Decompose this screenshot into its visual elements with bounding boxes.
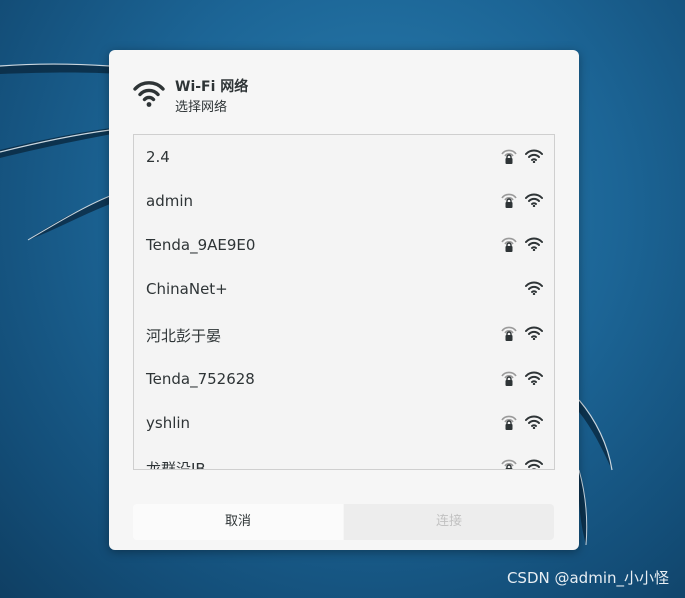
network-row-tenda-9ae9e0[interactable]: Tenda_9AE9E0 xyxy=(134,223,554,267)
network-list[interactable]: 2.4 admin Tenda_9AE9E0 ChinaNet+ 河北彭于晏 T… xyxy=(133,134,555,470)
network-row-longqun[interactable]: 龙群没JB xyxy=(134,445,554,470)
wifi-signal-icon xyxy=(525,193,543,207)
network-name: 河北彭于晏 xyxy=(146,327,222,345)
network-name: admin xyxy=(146,192,193,210)
wifi-signal-icon xyxy=(525,326,543,340)
wifi-network-dialog: Wi-Fi 网络 选择网络 2.4 admin Tenda_9AE9E0 Chi… xyxy=(109,50,579,550)
network-row-admin[interactable]: admin xyxy=(134,179,554,223)
wifi-signal-icon xyxy=(525,237,543,251)
lock-icon xyxy=(501,371,517,386)
network-row-tenda-752628[interactable]: Tenda_752628 xyxy=(134,357,554,401)
wifi-icon xyxy=(133,81,165,107)
dialog-buttons: 取消 连接 xyxy=(133,504,554,540)
wifi-signal-icon xyxy=(525,415,543,429)
lock-icon xyxy=(501,459,517,469)
wifi-signal-icon xyxy=(525,459,543,469)
network-name: Tenda_9AE9E0 xyxy=(146,236,256,254)
network-name: ChinaNet+ xyxy=(146,280,228,298)
network-row-chinanet[interactable]: ChinaNet+ xyxy=(134,267,554,311)
wifi-signal-icon xyxy=(525,371,543,385)
network-row-yshlin[interactable]: yshlin xyxy=(134,401,554,445)
wifi-signal-icon xyxy=(525,281,543,295)
cancel-button[interactable]: 取消 xyxy=(133,504,343,540)
dialog-title: Wi-Fi 网络 xyxy=(175,79,249,95)
network-row-2.4[interactable]: 2.4 xyxy=(134,135,554,179)
lock-icon xyxy=(501,326,517,341)
lock-icon xyxy=(501,149,517,164)
network-name: yshlin xyxy=(146,414,191,432)
network-row-hebei[interactable]: 河北彭于晏 xyxy=(134,312,554,356)
network-name: Tenda_752628 xyxy=(146,370,255,388)
network-name: 龙群没JB xyxy=(146,460,206,470)
network-name: 2.4 xyxy=(146,148,170,166)
lock-icon xyxy=(501,193,517,208)
lock-icon xyxy=(501,415,517,430)
watermark-text: CSDN @admin_小小怪 xyxy=(506,569,669,587)
dialog-subtitle: 选择网络 xyxy=(175,100,228,115)
connect-button[interactable]: 连接 xyxy=(344,504,554,540)
wifi-signal-icon xyxy=(525,149,543,163)
lock-icon xyxy=(501,237,517,252)
